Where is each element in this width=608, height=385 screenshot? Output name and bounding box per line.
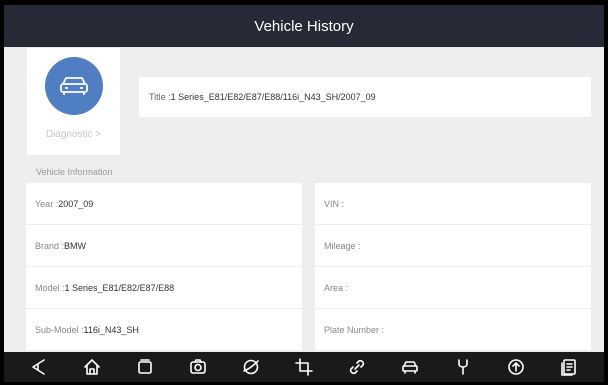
field-label: Mileage : bbox=[324, 240, 361, 251]
info-row-sub-model: Sub-Model : 116i_N43_SH bbox=[26, 309, 302, 350]
info-row-model: Model : 1 Series_E81/E82/E87/E88 bbox=[26, 267, 302, 308]
info-column-right: VIN : Mileage : Area : Plate Number : bbox=[315, 183, 591, 351]
info-row-area[interactable]: Area : bbox=[315, 267, 591, 308]
browser-icon bbox=[243, 359, 259, 375]
crop-icon bbox=[295, 358, 313, 376]
car-icon bbox=[402, 361, 418, 374]
info-column-left: Year : 2007_09 Brand : BMW Model : 1 Ser… bbox=[26, 183, 302, 351]
info-row-mileage[interactable]: Mileage : bbox=[315, 225, 591, 266]
screenshot-button[interactable] bbox=[185, 354, 211, 380]
field-label: Area : bbox=[324, 282, 349, 293]
info-row-brand: Brand : BMW bbox=[26, 225, 302, 266]
title-label: Title : bbox=[149, 92, 171, 102]
camera-icon bbox=[189, 359, 206, 374]
field-label: Brand : bbox=[35, 240, 65, 251]
link-icon bbox=[349, 359, 365, 375]
section-label: Vehicle Information bbox=[36, 167, 113, 177]
title-value: 1 Series_E81/E82/E87/E88/116i_N43_SH/200… bbox=[170, 92, 376, 102]
home-icon bbox=[83, 359, 100, 375]
app-screen: Vehicle History Diagnostic > Title : 1 S… bbox=[4, 5, 604, 382]
header-bar: Vehicle History bbox=[4, 5, 604, 47]
vehicle-card[interactable]: Diagnostic > bbox=[27, 48, 120, 155]
info-row-vin[interactable]: VIN : bbox=[315, 183, 591, 224]
link-button[interactable] bbox=[344, 354, 370, 380]
service-icon bbox=[458, 359, 468, 375]
field-label: Plate Number : bbox=[324, 324, 385, 335]
bottom-navbar bbox=[4, 352, 604, 382]
title-field: Title : 1 Series_E81/E82/E87/E88/116i_N4… bbox=[139, 77, 591, 117]
report-icon bbox=[561, 359, 577, 376]
upload-icon bbox=[508, 359, 525, 375]
car-badge bbox=[45, 57, 103, 115]
info-row-plate-number[interactable]: Plate Number : bbox=[315, 309, 591, 350]
car-icon bbox=[60, 77, 88, 95]
field-label: Sub-Model : bbox=[35, 324, 84, 335]
field-value: BMW bbox=[64, 240, 87, 251]
report-button[interactable] bbox=[556, 354, 582, 380]
crop-button[interactable] bbox=[291, 354, 317, 380]
back-button[interactable] bbox=[26, 354, 52, 380]
field-value: 116i_N43_SH bbox=[83, 324, 139, 335]
back-icon bbox=[31, 359, 45, 375]
field-value: 2007_09 bbox=[58, 198, 94, 209]
field-label: VIN : bbox=[324, 198, 345, 209]
recent-apps-icon bbox=[137, 359, 152, 374]
recent-apps-button[interactable] bbox=[132, 354, 158, 380]
field-value: 1 Series_E81/E82/E87/E88 bbox=[64, 282, 175, 293]
diagnostic-link[interactable]: Diagnostic > bbox=[27, 129, 120, 140]
upload-button[interactable] bbox=[503, 354, 529, 380]
page-title: Vehicle History bbox=[254, 17, 354, 35]
vehicle-button[interactable] bbox=[397, 354, 423, 380]
field-label: Year : bbox=[35, 198, 59, 209]
info-row-year: Year : 2007_09 bbox=[26, 183, 302, 224]
field-label: Model : bbox=[35, 282, 65, 293]
browser-button[interactable] bbox=[238, 354, 264, 380]
service-button[interactable] bbox=[450, 354, 476, 380]
home-button[interactable] bbox=[79, 354, 105, 380]
